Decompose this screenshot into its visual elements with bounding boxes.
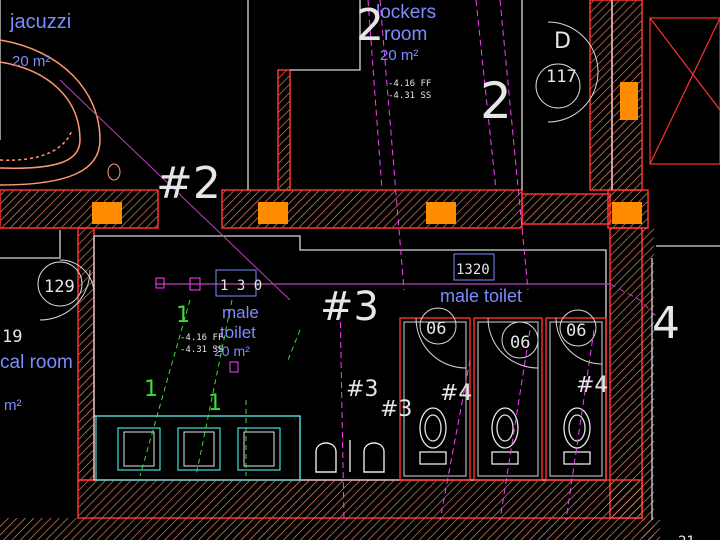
dim-119: 19 [2, 327, 22, 347]
column [620, 82, 638, 120]
mark-hash4: #4 [440, 381, 472, 406]
sinks [95, 415, 301, 481]
dim-129: 129 [44, 277, 75, 297]
room-area-lockers: 20 m² [380, 47, 418, 64]
wall-left-lower [77, 227, 95, 481]
wall-outer-bottom [0, 518, 660, 540]
drain-icon [107, 163, 121, 181]
dim-06c: 06 [566, 321, 586, 341]
dim-06b: 06 [510, 333, 530, 353]
level-lockers-ff: -4.16 FF [388, 79, 431, 89]
mark-big22: 2 [356, 0, 384, 51]
urinals [315, 440, 385, 473]
mark-hash4b: #4 [576, 373, 608, 398]
room-name-jacuzzi: jacuzzi [9, 11, 71, 33]
level-lockers-ss: -4.31 SS [388, 91, 431, 101]
wall-vertical-lockers-right [589, 0, 613, 191]
mark-hash3b: #3 [346, 377, 378, 402]
mark-hash2: #2 [156, 158, 221, 209]
wall-vertical-right-lower [609, 227, 643, 519]
wall-bottom [77, 479, 643, 519]
stair-box [649, 17, 720, 165]
room-name-male-toilet-line2: toilet [220, 323, 256, 342]
column [426, 202, 456, 224]
cad-floor-plan: jacuzzi 20 m² lockers room 20 m² -4.16 F… [0, 0, 720, 540]
dim-06a: 06 [426, 319, 446, 339]
mark-one-c: 1 [176, 303, 190, 328]
room-name-male-toilet-line1: male [222, 303, 259, 322]
room-area-medical: m² [4, 397, 22, 414]
room-area-jacuzzi: 20 m² [12, 53, 50, 70]
pipe-marker [229, 361, 239, 373]
dim-130: 1 3 0 [220, 278, 262, 294]
room-name-medical: cal room [0, 352, 73, 373]
level-toilet-ff: -4.16 FF [180, 333, 223, 343]
door-swings [39, 21, 599, 321]
mark-big4: 4 [652, 298, 680, 349]
level-toilet-ss: -4.31 SS [180, 345, 223, 355]
column [92, 202, 122, 224]
mark-one-b: 1 [208, 391, 222, 416]
mark-one: 1 [144, 377, 158, 402]
column [612, 202, 642, 224]
room-name-lockers-line1: lockers [376, 2, 436, 23]
room-name-male-toilet-big: male toilet [440, 286, 522, 306]
mark-d-door: D [554, 29, 571, 54]
dim-117: 117 [546, 67, 577, 87]
page-number: 21 [678, 534, 695, 540]
room-name-lockers-line2: room [384, 24, 427, 45]
column [258, 202, 288, 224]
mark-hash3c: #3 [380, 397, 412, 422]
wall-vertical-lockers-left [277, 69, 291, 191]
wall-horizontal-left [0, 189, 159, 229]
dim-1320: 1320 [456, 262, 490, 278]
toilet-bowls [419, 407, 591, 465]
mark-big2: 2 [480, 72, 512, 130]
pipe-marker [155, 277, 165, 289]
mark-hash3: #3 [320, 284, 379, 330]
wall-horizontal-right [521, 193, 611, 225]
